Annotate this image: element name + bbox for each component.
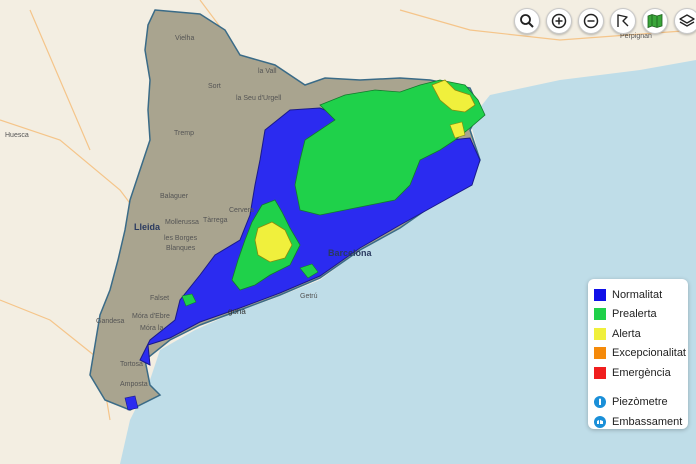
piezometer-icon [594, 396, 606, 409]
label-vall: la Vall [258, 68, 277, 75]
map-legend: Normalitat Prealerta Alerta Excepcionali… [588, 279, 688, 429]
layers-button[interactable] [674, 8, 696, 34]
label-moria: Móra la [140, 325, 163, 332]
legend-swatch [594, 288, 606, 301]
legend-label: Prealerta [612, 308, 657, 321]
label-getru: Getrú [300, 293, 318, 300]
legend-layer-piezometre[interactable]: Piezòmetre [594, 393, 688, 413]
layers-icon [679, 14, 695, 27]
label-balaguer: Balaguer [160, 193, 189, 200]
legend-label: Excepcionalitat [612, 347, 686, 360]
legend-swatch [594, 347, 606, 360]
label-seu: la Seu d'Urgell [236, 95, 282, 102]
legend-swatch [594, 327, 606, 340]
label-barcelona: Barcelona [328, 248, 373, 258]
label-amposta: Amposta [120, 381, 148, 388]
map-button[interactable] [642, 8, 668, 34]
map-icon [647, 13, 663, 29]
zoom-out-icon [583, 13, 599, 29]
label-huesca: Huesca [5, 132, 29, 139]
label-borges: les Borges [164, 235, 198, 242]
label-perpignan: Perpignan [620, 33, 652, 40]
label-cervera: Cervera [229, 207, 254, 214]
legend-item-emergencia[interactable]: Emergència [594, 363, 688, 383]
draw-polygon-button[interactable] [610, 8, 636, 34]
label-tarrega: Tàrrega [203, 217, 228, 224]
label-vielha: Vielha [175, 35, 194, 42]
label-mollerussa: Mollerussa [165, 219, 199, 226]
label-blanques: Blanques [166, 245, 196, 252]
label-mora: Móra d'Ebre [132, 313, 170, 320]
legend-layer-embassament[interactable]: Embassament [594, 412, 688, 432]
legend-swatch [594, 366, 606, 379]
zoom-in-icon [551, 13, 567, 29]
legend-item-normalitat[interactable]: Normalitat [594, 285, 688, 305]
legend-label: Embassament [612, 415, 683, 428]
legend-item-excepcionalitat[interactable]: Excepcionalitat [594, 344, 688, 364]
legend-item-alerta[interactable]: Alerta [594, 324, 688, 344]
legend-label: Emergència [612, 366, 671, 379]
legend-label: Alerta [612, 327, 641, 340]
reservoir-icon [594, 415, 606, 428]
zoom-in-button[interactable] [546, 8, 572, 34]
legend-label: Normalitat [612, 288, 663, 301]
label-falset: Falset [150, 295, 169, 302]
legend-label: Piezòmetre [612, 396, 668, 409]
label-tarragona: gona [228, 307, 246, 316]
search-icon [520, 14, 534, 28]
label-gandesa: Gandesa [96, 318, 125, 325]
label-tortosa: Tortosa [120, 361, 143, 368]
legend-swatch [594, 308, 606, 321]
label-tremp: Tremp [174, 130, 194, 137]
zoom-out-button[interactable] [578, 8, 604, 34]
draw-polygon-icon [617, 14, 629, 27]
map-toolbar [514, 8, 696, 34]
legend-item-prealerta[interactable]: Prealerta [594, 305, 688, 325]
search-button[interactable] [514, 8, 540, 34]
label-lleida: Lleida [134, 222, 161, 232]
label-sort: Sort [208, 83, 221, 90]
